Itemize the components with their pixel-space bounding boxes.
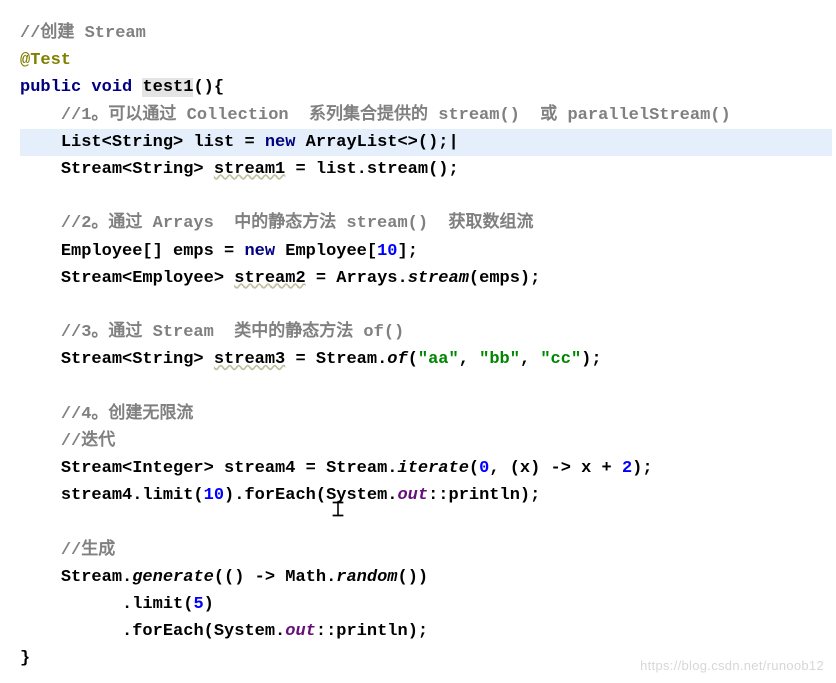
variable: stream2 — [234, 269, 305, 288]
blank-line — [20, 509, 832, 536]
static-field: out — [285, 622, 316, 641]
variable: list — [193, 133, 234, 152]
code-text: .limit( — [122, 595, 193, 614]
number-literal: 2 — [622, 459, 632, 478]
watermark-text: https://blog.csdn.net/runoob12 — [640, 656, 824, 677]
static-field: out — [397, 486, 428, 505]
code-line: //3。通过 Stream 类中的静态方法 of() — [20, 319, 832, 346]
code-text: Stream<String> — [61, 160, 214, 179]
keyword: void — [91, 78, 132, 97]
code-line: stream4.limit(10).forEach(System.out::pr… — [20, 482, 832, 509]
code-text: ::println); — [316, 622, 428, 641]
ibeam-cursor-icon: ⌶ — [332, 496, 344, 528]
code-text: (() -> Math. — [214, 568, 336, 587]
code-line: //生成 — [20, 537, 832, 564]
comment-text: //1。可以通过 Collection 系列集合提供的 stream() 或 p… — [61, 106, 731, 125]
code-text: ); — [581, 350, 601, 369]
code-text: ) — [204, 595, 214, 614]
code-text: ]; — [398, 242, 418, 261]
string-literal: "aa" — [418, 350, 459, 369]
code-text: Stream<Integer> — [61, 459, 224, 478]
code-line: Stream.generate(() -> Math.random()) — [20, 564, 832, 591]
code-editor-pane: //创建 Stream @Test public void test1(){ /… — [0, 0, 836, 683]
string-literal: "cc" — [540, 350, 581, 369]
variable: stream1 — [214, 160, 285, 179]
number-literal: 10 — [377, 242, 397, 261]
comment-text: //生成 — [61, 541, 115, 560]
variable: stream3 — [214, 350, 285, 369]
code-text: ( — [469, 459, 479, 478]
code-text: = Arrays. — [306, 269, 408, 288]
code-text: (){ — [193, 78, 224, 97]
code-text: ArrayList<>(); — [295, 133, 448, 152]
number-literal: 0 — [479, 459, 489, 478]
comment-text: //创建 Stream — [20, 24, 146, 43]
static-method: generate — [132, 568, 214, 587]
code-text: ( — [408, 350, 418, 369]
code-text: .forEach(System. — [122, 622, 285, 641]
keyword: public — [20, 78, 81, 97]
static-method: of — [387, 350, 407, 369]
string-literal: "bb" — [479, 350, 520, 369]
code-text: , — [520, 350, 540, 369]
code-text: ).forEach(System. — [224, 486, 397, 505]
code-text: Employee[ — [275, 242, 377, 261]
blank-line — [20, 373, 832, 400]
code-text: List<String> — [61, 133, 194, 152]
code-text: = list.stream(); — [285, 160, 458, 179]
static-method: iterate — [398, 459, 469, 478]
code-line: //迭代 — [20, 428, 832, 455]
code-line: Stream<String> stream3 = Stream.of("aa",… — [20, 346, 832, 373]
code-line: public void test1(){ — [20, 74, 832, 101]
code-text: = — [234, 133, 265, 152]
code-line: @Test — [20, 47, 832, 74]
comment-text: //迭代 — [61, 432, 115, 451]
code-line: //4。创建无限流 — [20, 401, 832, 428]
static-method: random — [336, 568, 397, 587]
code-line-active: List<String> list = new ArrayList<>();| — [20, 129, 832, 156]
code-text: , — [459, 350, 479, 369]
code-line: //创建 Stream — [20, 20, 832, 47]
code-text: stream4.limit( — [61, 486, 204, 505]
code-line: Employee[] emps = new Employee[10]; — [20, 238, 832, 265]
comment-text: //2。通过 Arrays 中的静态方法 stream() 获取数组流 — [61, 214, 534, 233]
text-caret: | — [449, 129, 459, 156]
comment-text: //4。创建无限流 — [61, 405, 194, 424]
keyword: new — [244, 242, 275, 261]
number-literal: 5 — [193, 595, 203, 614]
method-name: test1 — [142, 78, 193, 97]
comment-text: //3。通过 Stream 类中的静态方法 of() — [61, 323, 404, 342]
blank-line — [20, 183, 832, 210]
number-literal: 10 — [204, 486, 224, 505]
code-text: Stream<String> — [61, 350, 214, 369]
code-text: ); — [632, 459, 652, 478]
static-method: stream — [408, 269, 469, 288]
code-text: , (x) -> x + — [489, 459, 622, 478]
code-text: Stream. — [61, 568, 132, 587]
code-line: .forEach(System.out::println); — [20, 618, 832, 645]
code-text: ::println); — [428, 486, 540, 505]
code-line: .limit(5) — [20, 591, 832, 618]
code-line: Stream<String> stream1 = list.stream(); — [20, 156, 832, 183]
code-text: Stream<Employee> — [61, 269, 234, 288]
code-text: = Stream. — [285, 350, 387, 369]
blank-line — [20, 292, 832, 319]
code-line: //1。可以通过 Collection 系列集合提供的 stream() 或 p… — [20, 102, 832, 129]
keyword: new — [265, 133, 296, 152]
annotation-text: @Test — [20, 51, 71, 70]
variable: stream4 — [224, 459, 295, 478]
code-line: Stream<Employee> stream2 = Arrays.stream… — [20, 265, 832, 292]
code-text: (emps); — [469, 269, 540, 288]
code-text: Employee[] emps = — [61, 242, 245, 261]
code-text: = Stream. — [295, 459, 397, 478]
code-line: Stream<Integer> stream4 = Stream.iterate… — [20, 455, 832, 482]
code-line: //2。通过 Arrays 中的静态方法 stream() 获取数组流 — [20, 210, 832, 237]
code-text: } — [20, 649, 30, 668]
code-text: ()) — [398, 568, 429, 587]
